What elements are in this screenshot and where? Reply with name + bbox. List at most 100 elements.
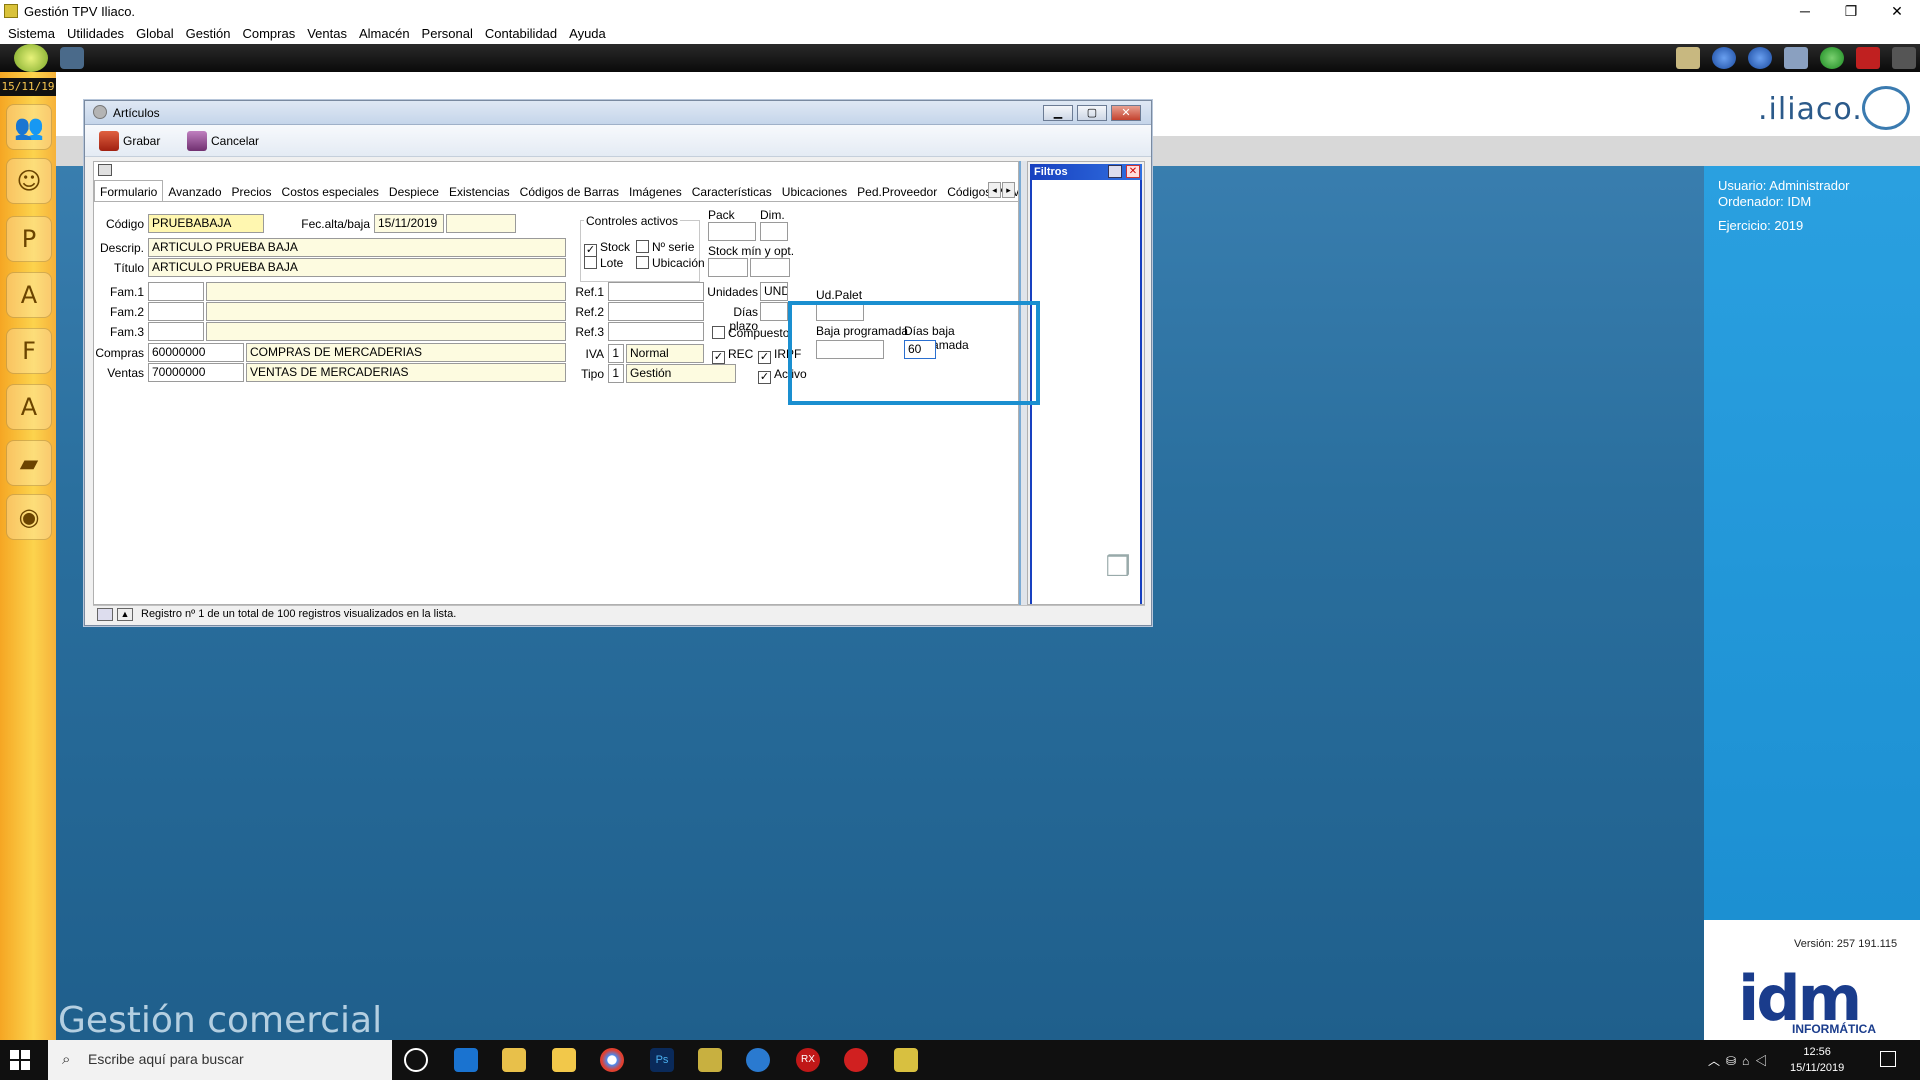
compuesto-checkbox-box[interactable] [712,326,725,339]
fam2-desc-field[interactable] [206,302,566,321]
menu-item-ventas[interactable]: Ventas [301,24,353,44]
taskbar-search[interactable]: ⌕ Escribe aquí para buscar [48,1040,392,1080]
chrome-icon[interactable] [600,1048,624,1072]
teamviewer-icon[interactable] [746,1048,770,1072]
win-minimize-button[interactable]: ▁ [1043,105,1073,121]
stock-opt-field[interactable] [750,258,790,277]
ia-icon[interactable] [60,47,84,69]
iliaco-app-icon[interactable] [698,1048,722,1072]
tab-2[interactable]: Precios [227,181,277,201]
taskbar-clock[interactable]: 12:56 15/11/2019 [1790,1044,1844,1076]
rec-checkbox-box[interactable]: ✓ [712,351,725,364]
nserie-checkbox[interactable]: Nº serie [636,240,694,254]
menu-item-ayuda[interactable]: Ayuda [563,24,612,44]
tab-6[interactable]: Códigos de Barras [515,181,624,201]
ubicacion-checkbox[interactable]: Ubicación [636,256,705,270]
agents-icon[interactable]: A [6,272,52,318]
compras-cta-field[interactable]: 60000000 [148,343,244,362]
app-red-icon[interactable] [844,1048,868,1072]
descrip-field[interactable]: ARTICULO PRUEBA BAJA [148,238,566,257]
explorer-icon[interactable] [552,1048,576,1072]
lote-checkbox-box[interactable] [584,256,597,269]
pack-field[interactable] [708,222,756,241]
iva-desc-field[interactable]: Normal [626,344,704,363]
fam1-code-field[interactable] [148,282,204,301]
fam2-code-field[interactable] [148,302,204,321]
menu-item-utilidades[interactable]: Utilidades [61,24,130,44]
disc-icon[interactable]: ◉ [6,494,52,540]
customers-icon[interactable]: 👥 [6,104,52,150]
rec-checkbox[interactable]: ✓ REC [712,347,753,364]
windows-icon[interactable] [1784,47,1808,69]
fam3-code-field[interactable] [148,322,204,341]
status-view-icon[interactable] [97,608,113,621]
task-view-icon[interactable] [404,1048,428,1072]
minimize-button[interactable]: ─ [1782,0,1828,24]
edge-icon[interactable] [454,1048,478,1072]
help-icon[interactable] [1820,47,1844,69]
rx-icon[interactable]: RX [796,1048,820,1072]
tab-8[interactable]: Características [687,181,777,201]
iva-num-field[interactable]: 1 [608,344,624,363]
stock-min-field[interactable] [708,258,748,277]
stock-checkbox[interactable]: ✓ Stock [584,240,630,257]
user-icon[interactable]: ☺ [6,158,52,204]
titulo-field[interactable]: ARTICULO PRUEBA BAJA [148,258,566,277]
menu-item-compras[interactable]: Compras [236,24,301,44]
cancel-button[interactable]: Cancelar [187,131,259,151]
dim-field[interactable] [760,222,788,241]
fam3-desc-field[interactable] [206,322,566,341]
forward-arrow-icon[interactable] [1748,47,1772,69]
tab-1[interactable]: Avanzado [163,181,226,201]
tab-9[interactable]: Ubicaciones [777,181,852,201]
irpf-checkbox-box[interactable]: ✓ [758,351,771,364]
ref1-field[interactable] [608,282,704,301]
restore-button[interactable]: ❐ [1828,0,1874,24]
lote-checkbox[interactable]: Lote [584,256,623,270]
win-maximize-button[interactable]: ▢ [1077,105,1107,121]
providers-icon[interactable]: P [6,216,52,262]
exit-icon[interactable] [1892,47,1916,69]
fec-baja-field[interactable] [446,214,516,233]
filtros-pin-icon[interactable] [1108,165,1122,178]
compuesto-checkbox[interactable]: Compuesto [712,326,789,340]
tab-scroll-right-icon[interactable]: ▸ [1002,182,1015,198]
form-view-icon[interactable] [98,164,112,176]
codigo-field[interactable]: PRUEBABAJA [148,214,264,233]
activo-checkbox-box[interactable]: ✓ [758,371,771,384]
photoshop-icon[interactable]: Ps [650,1048,674,1072]
save-button[interactable]: Grabar [99,131,160,151]
tab-7[interactable]: Imágenes [624,181,687,201]
ref2-field[interactable] [608,302,704,321]
menu-item-almacén[interactable]: Almacén [353,24,416,44]
back-arrow-icon[interactable] [1712,47,1736,69]
fam1-desc-field[interactable] [206,282,566,301]
iliaco-active-icon[interactable] [894,1048,918,1072]
close-session-icon[interactable] [1856,47,1880,69]
mail-icon[interactable] [1676,47,1700,69]
tab-0[interactable]: Formulario [94,180,164,201]
tab-10[interactable]: Ped.Proveedor [852,181,942,201]
dias-plazo-field[interactable] [760,302,788,321]
tab-4[interactable]: Despiece [384,181,444,201]
ref3-field[interactable] [608,322,704,341]
tray-icons[interactable]: ︿⛁⌂◁ [1708,1052,1773,1069]
mail-app-icon[interactable] [502,1048,526,1072]
tab-5[interactable]: Existencias [444,181,515,201]
home-orb-icon[interactable] [14,44,48,72]
ventas-desc-field[interactable]: VENTAS DE MERCADERIAS [246,363,566,382]
tab-3[interactable]: Costos especiales [277,181,384,201]
win-close-button[interactable]: ✕ [1111,105,1141,121]
menu-item-contabilidad[interactable]: Contabilidad [479,24,563,44]
menu-item-gestión[interactable]: Gestión [180,24,237,44]
filtros-close-icon[interactable]: ✕ [1126,165,1140,178]
compras-desc-field[interactable]: COMPRAS DE MERCADERIAS [246,343,566,362]
fec-alta-field[interactable]: 15/11/2019 [374,214,444,233]
ventas-cta-field[interactable]: 70000000 [148,363,244,382]
status-up-icon[interactable]: ▲ [117,608,133,621]
menu-item-personal[interactable]: Personal [416,24,479,44]
close-button[interactable]: ✕ [1874,0,1920,24]
tab-scroll-left-icon[interactable]: ◂ [988,182,1001,198]
nserie-checkbox-box[interactable] [636,240,649,253]
windows-start-icon[interactable] [10,1050,30,1070]
